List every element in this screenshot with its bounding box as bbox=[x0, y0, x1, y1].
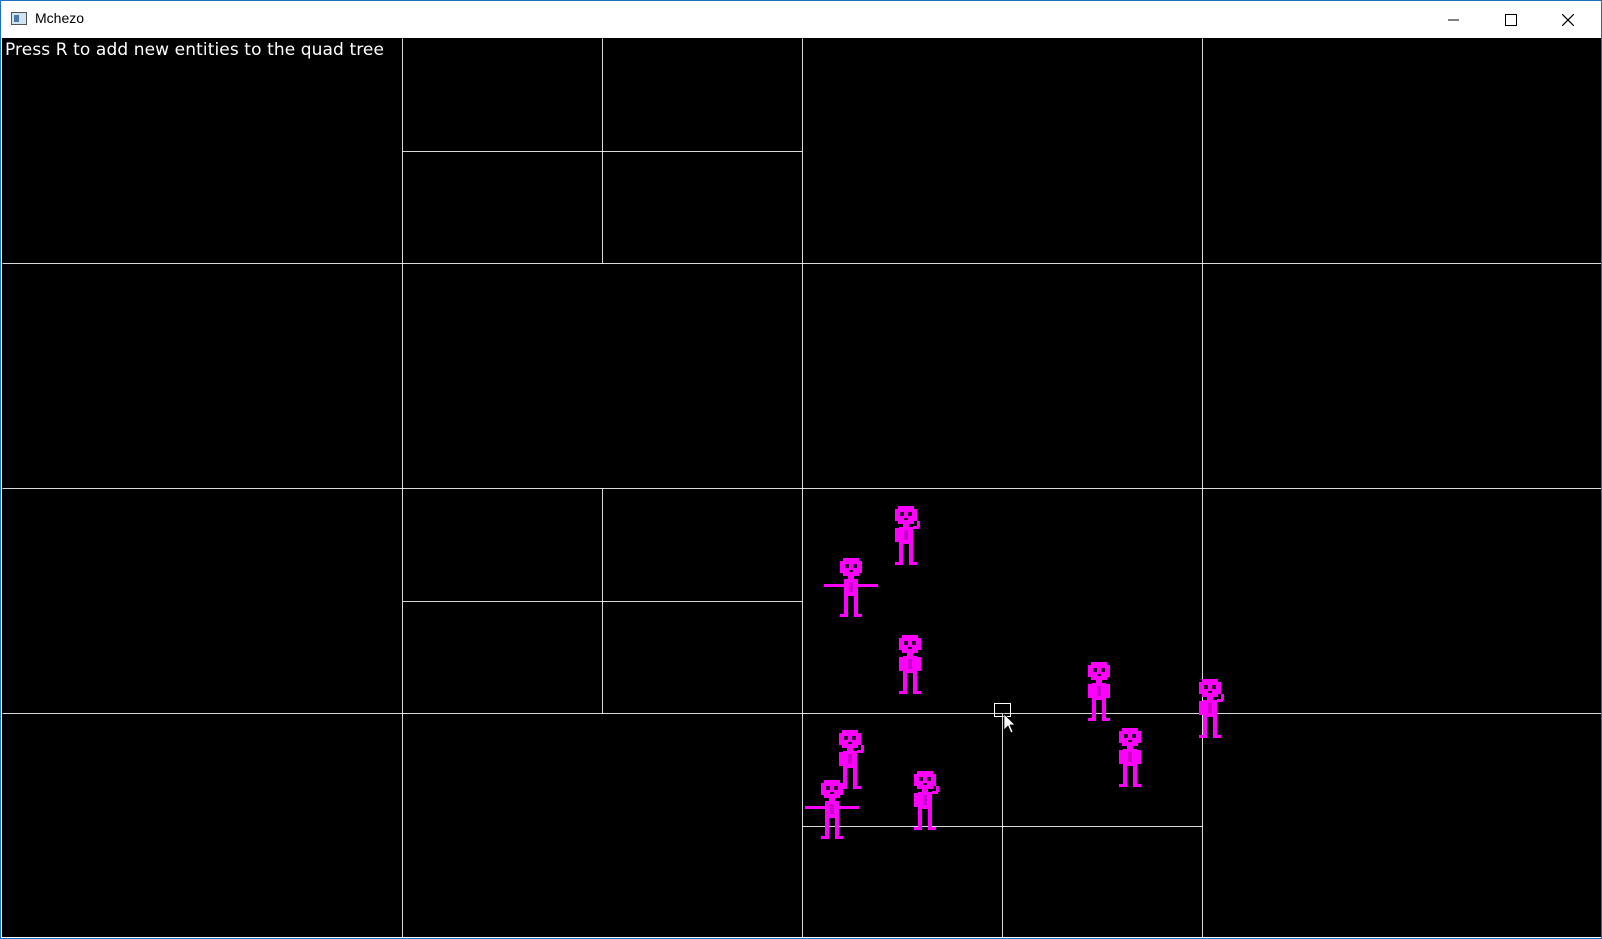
alien-entity bbox=[895, 506, 920, 565]
alien-entity bbox=[1119, 728, 1141, 787]
minimize-button[interactable] bbox=[1425, 1, 1483, 38]
alien-entity bbox=[1088, 662, 1110, 721]
app-window: Mchezo Press R to add new entities to th… bbox=[0, 0, 1602, 939]
alien-entity bbox=[805, 780, 859, 839]
close-icon bbox=[1562, 13, 1574, 26]
quad-tree-grid bbox=[2, 38, 1601, 937]
minimize-icon bbox=[1448, 19, 1459, 20]
alien-entity bbox=[824, 558, 878, 617]
entity-layer bbox=[805, 506, 1224, 839]
alien-entity bbox=[899, 635, 921, 694]
maximize-icon bbox=[1505, 13, 1517, 26]
instruction-text: Press R to add new entities to the quad … bbox=[5, 40, 385, 60]
game-canvas[interactable]: Press R to add new entities to the quad … bbox=[2, 38, 1601, 937]
close-button[interactable] bbox=[1539, 1, 1597, 38]
mouse-cursor-icon bbox=[994, 703, 1016, 734]
alien-entity bbox=[914, 771, 939, 830]
alien-entity bbox=[839, 730, 864, 789]
window-title: Mchezo bbox=[35, 10, 85, 26]
title-bar[interactable]: Mchezo bbox=[1, 1, 1601, 38]
maximize-button[interactable] bbox=[1482, 1, 1540, 38]
app-icon bbox=[11, 12, 27, 25]
quad-tree-view bbox=[2, 38, 1601, 937]
